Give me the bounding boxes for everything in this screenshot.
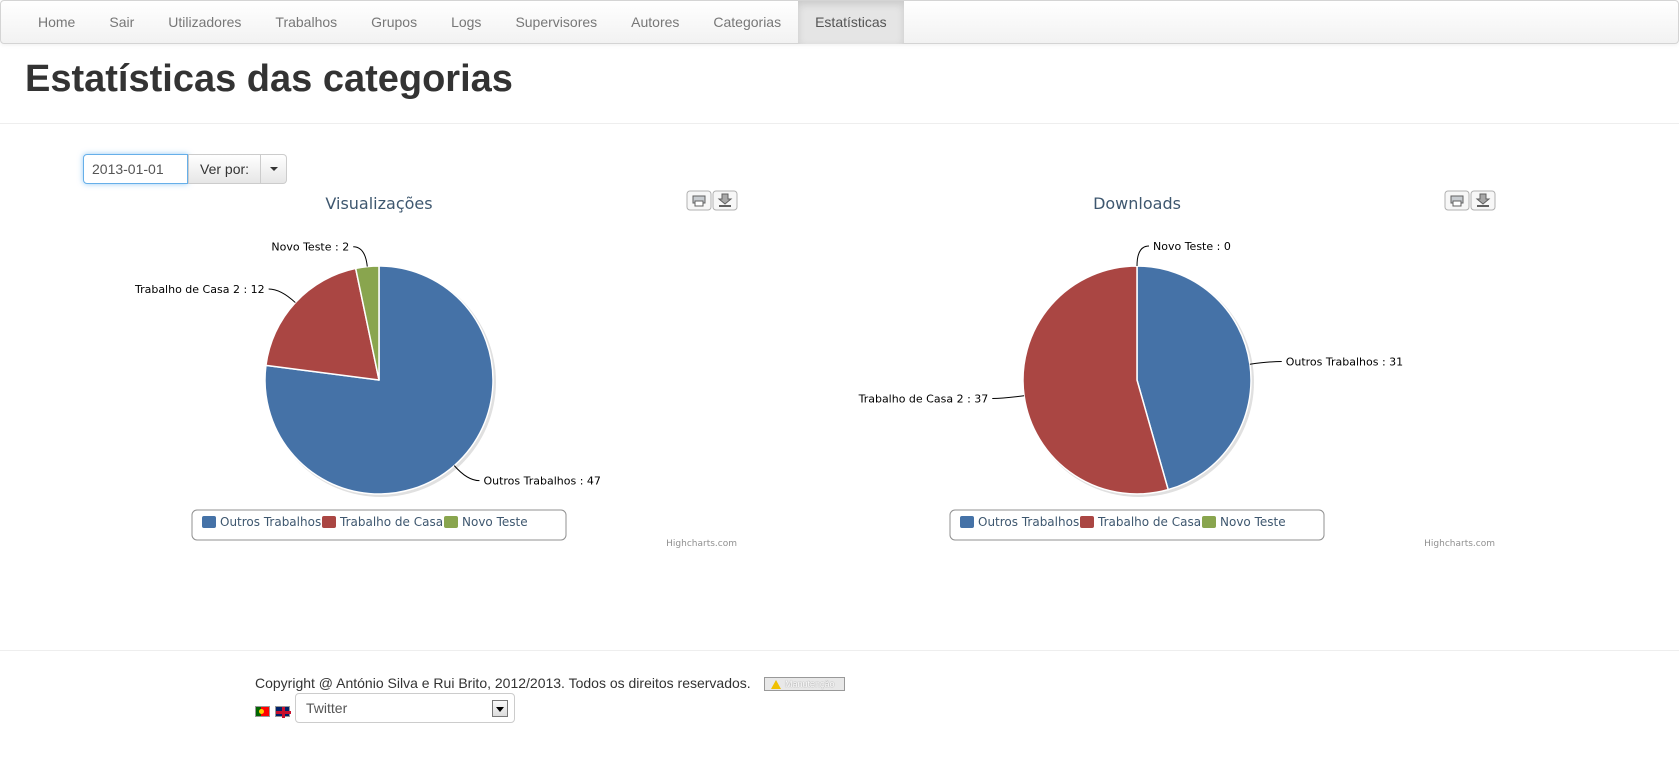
download-button[interactable] [1470, 190, 1496, 211]
data-label-outros-trabalhos: Outros Trabalhos : 47 [483, 475, 600, 488]
chart-legend: Outros Trabalhos Trabalho de Casa 2 Novo T… [191, 509, 567, 541]
data-label-outros-trabalhos: Outros Trabalhos : 31 [1286, 355, 1403, 368]
data-label-connector [1136, 245, 1150, 267]
uk-flag-icon[interactable] [275, 706, 291, 718]
date-input[interactable] [83, 154, 188, 184]
data-label-trabalho-de-casa-2: Trabalho de Casa 2 : 37 [858, 393, 989, 406]
chart-legend: Outros Trabalhos Trabalho de Casa 2 Novo T… [949, 509, 1325, 541]
nav-grupos[interactable]: Grupos [354, 1, 434, 44]
nav-home[interactable]: Home [21, 1, 92, 44]
data-label-connector [992, 395, 1025, 400]
print-paper [694, 200, 704, 207]
data-label-connector [268, 288, 296, 303]
maintenance-badge[interactable]: Manutenção [764, 677, 845, 691]
nav-autores[interactable]: Autores [614, 1, 696, 44]
dropdown-arrow-icon[interactable] [492, 700, 508, 717]
legend-label[interactable]: Outros Trabalhos [978, 515, 1079, 529]
caret-down-icon [270, 167, 279, 171]
data-label-novo-teste: Novo Teste : 2 [271, 241, 349, 254]
legend-label[interactable]: Trabalho de Casa 2 [339, 515, 455, 529]
portugal-flag-icon[interactable] [255, 706, 270, 717]
data-label-connector [1249, 360, 1282, 365]
legend-swatch[interactable] [322, 516, 336, 528]
nav-supervisores[interactable]: Supervisores [498, 1, 614, 44]
legend-item-trabalho-de-casa-2[interactable]: Trabalho de Casa 2 [322, 515, 455, 529]
view-by-group: Ver por: [188, 154, 288, 184]
legend-item-novo-teste[interactable]: Novo Teste [444, 515, 528, 529]
visualizacoes-chart: Visualizações Outros Trabalhos : 47 Trabal… [134, 190, 738, 549]
header-divider [0, 123, 1679, 124]
legend-item-outros-trabalhos[interactable]: Outros Trabalhos [960, 515, 1079, 529]
nav-categorias[interactable]: Categorias [696, 1, 798, 44]
page-title: Estatísticas das categorias [25, 58, 513, 100]
print-paper [1452, 200, 1462, 207]
print-button[interactable] [686, 190, 712, 211]
legend-swatch[interactable] [202, 516, 216, 528]
legend-label[interactable]: Novo Teste [1220, 515, 1286, 529]
chart-title: Downloads [1093, 194, 1181, 213]
view-by-dropdown-toggle[interactable] [261, 154, 288, 184]
social-select[interactable]: Twitter [295, 693, 515, 723]
copyright-text: Copyright @ António Silva e Rui Brito, 2… [255, 675, 751, 691]
view-by-button[interactable]: Ver por: [188, 154, 262, 184]
data-label-novo-teste: Novo Teste : 0 [1153, 240, 1231, 253]
nav-estatisticas[interactable]: Estatísticas [798, 1, 904, 44]
legend-swatch[interactable] [444, 516, 458, 528]
data-label-connector [353, 246, 368, 267]
legend-label[interactable]: Outros Trabalhos [220, 515, 321, 529]
main-nav: Home Sair Utilizadores Trabalhos Grupos … [21, 1, 904, 44]
nav-utilizadores[interactable]: Utilizadores [151, 1, 258, 44]
highcharts-credits[interactable]: Highcharts.com [1424, 539, 1495, 549]
social-select-value: Twitter [306, 700, 348, 716]
legend-item-trabalho-de-casa-2[interactable]: Trabalho de Casa 2 [1080, 515, 1213, 529]
warning-icon [771, 680, 781, 689]
legend-label[interactable]: Novo Teste [462, 515, 528, 529]
data-label-trabalho-de-casa-2: Trabalho de Casa 2 : 12 [134, 283, 265, 296]
downloads-chart: Downloads Outros Trabalhos : 31 Trabalho d… [858, 190, 1496, 549]
legend-item-novo-teste[interactable]: Novo Teste [1202, 515, 1286, 529]
legend-item-outros-trabalhos[interactable]: Outros Trabalhos [202, 515, 321, 529]
maintenance-label: Manutenção [785, 679, 835, 689]
legend-swatch[interactable] [1080, 516, 1094, 528]
footer-divider [0, 650, 1679, 651]
nav-logs[interactable]: Logs [434, 1, 498, 44]
legend-swatch[interactable] [960, 516, 974, 528]
legend-swatch[interactable] [1202, 516, 1216, 528]
legend-label[interactable]: Trabalho de Casa 2 [1097, 515, 1213, 529]
data-label-connector [453, 465, 480, 482]
download-base [1477, 205, 1489, 207]
download-base [719, 205, 731, 207]
download-button[interactable] [712, 190, 738, 211]
highcharts-credits[interactable]: Highcharts.com [666, 539, 737, 549]
chart-title: Visualizações [325, 194, 432, 213]
top-navbar: Home Sair Utilizadores Trabalhos Grupos … [0, 0, 1679, 44]
nav-trabalhos[interactable]: Trabalhos [258, 1, 354, 44]
nav-sair[interactable]: Sair [92, 1, 151, 44]
print-button[interactable] [1444, 190, 1470, 211]
